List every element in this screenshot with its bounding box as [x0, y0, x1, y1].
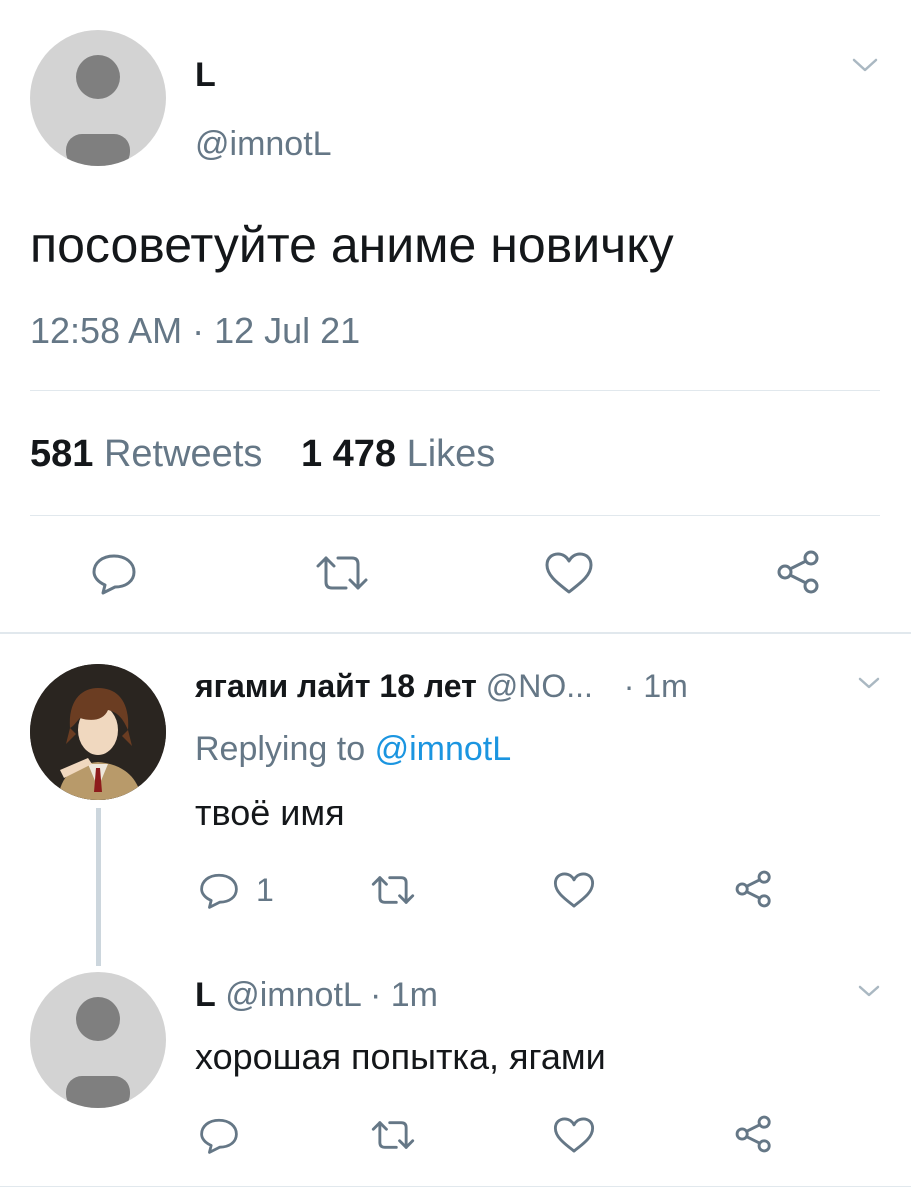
reply-2-header: L @imnotL · 1m [195, 976, 438, 1015]
reply-2-avatar[interactable] [30, 972, 166, 1108]
divider [30, 515, 880, 516]
chevron-down-icon[interactable] [856, 675, 882, 693]
replying-to-handle-link[interactable]: @imnotL [375, 730, 512, 768]
like-icon[interactable] [552, 870, 596, 910]
chevron-down-icon[interactable] [856, 983, 882, 1001]
main-tweet-handle[interactable]: @imnotL [195, 125, 332, 164]
reply-2-display-name[interactable]: L [195, 976, 216, 1014]
retweet-icon[interactable] [370, 872, 416, 908]
main-tweet-display-name[interactable]: L [195, 56, 216, 95]
reply-1-handle[interactable]: @NO... [486, 668, 593, 704]
reply-1-time: · 1m [623, 668, 688, 704]
reply-1-header: ягами лайт 18 лет @NO... · 1m [195, 668, 688, 705]
share-icon[interactable] [732, 868, 776, 910]
reply-1-display-name[interactable]: ягами лайт 18 лет [195, 668, 477, 704]
like-icon[interactable] [543, 550, 595, 596]
replying-to-label: Replying to [195, 730, 366, 768]
likes-count: 1 478 [300, 433, 397, 475]
share-icon[interactable] [773, 548, 825, 596]
main-tweet-text: посоветуйте аниме новичку [30, 217, 674, 273]
divider [0, 632, 911, 634]
reply-icon[interactable] [90, 550, 138, 596]
divider [0, 1186, 911, 1187]
reply-1-replying-to: Replying to @imnotL [195, 730, 511, 769]
reply-2-text: хорошая попытка, ягами [195, 1036, 606, 1077]
reply-2-handle-time[interactable]: @imnotL · 1m [225, 976, 438, 1014]
retweet-icon[interactable] [370, 1117, 416, 1153]
divider [30, 390, 880, 391]
reply-icon[interactable] [198, 870, 240, 910]
chevron-down-icon[interactable] [850, 56, 880, 76]
share-icon[interactable] [732, 1113, 776, 1155]
retweets-stat[interactable]: 581 Retweets [30, 433, 273, 475]
retweets-count: 581 [30, 433, 94, 475]
likes-label: Likes [406, 433, 496, 475]
retweet-icon[interactable] [314, 552, 370, 594]
engagement-stats: 581 Retweets 1 478 Likes [30, 433, 495, 476]
like-icon[interactable] [552, 1115, 596, 1155]
likes-stat[interactable]: 1 478 Likes [301, 433, 495, 475]
reply-1-text: твоё имя [195, 792, 345, 833]
main-tweet-avatar[interactable] [30, 30, 166, 166]
thread-line [96, 808, 101, 966]
reply-1-avatar[interactable] [30, 664, 166, 800]
main-tweet-timestamp[interactable]: 12:58 AM · 12 Jul 21 [30, 310, 360, 352]
retweets-label: Retweets [103, 433, 263, 475]
reply-1-reply-count: 1 [256, 872, 274, 908]
reply-icon[interactable] [198, 1115, 240, 1155]
